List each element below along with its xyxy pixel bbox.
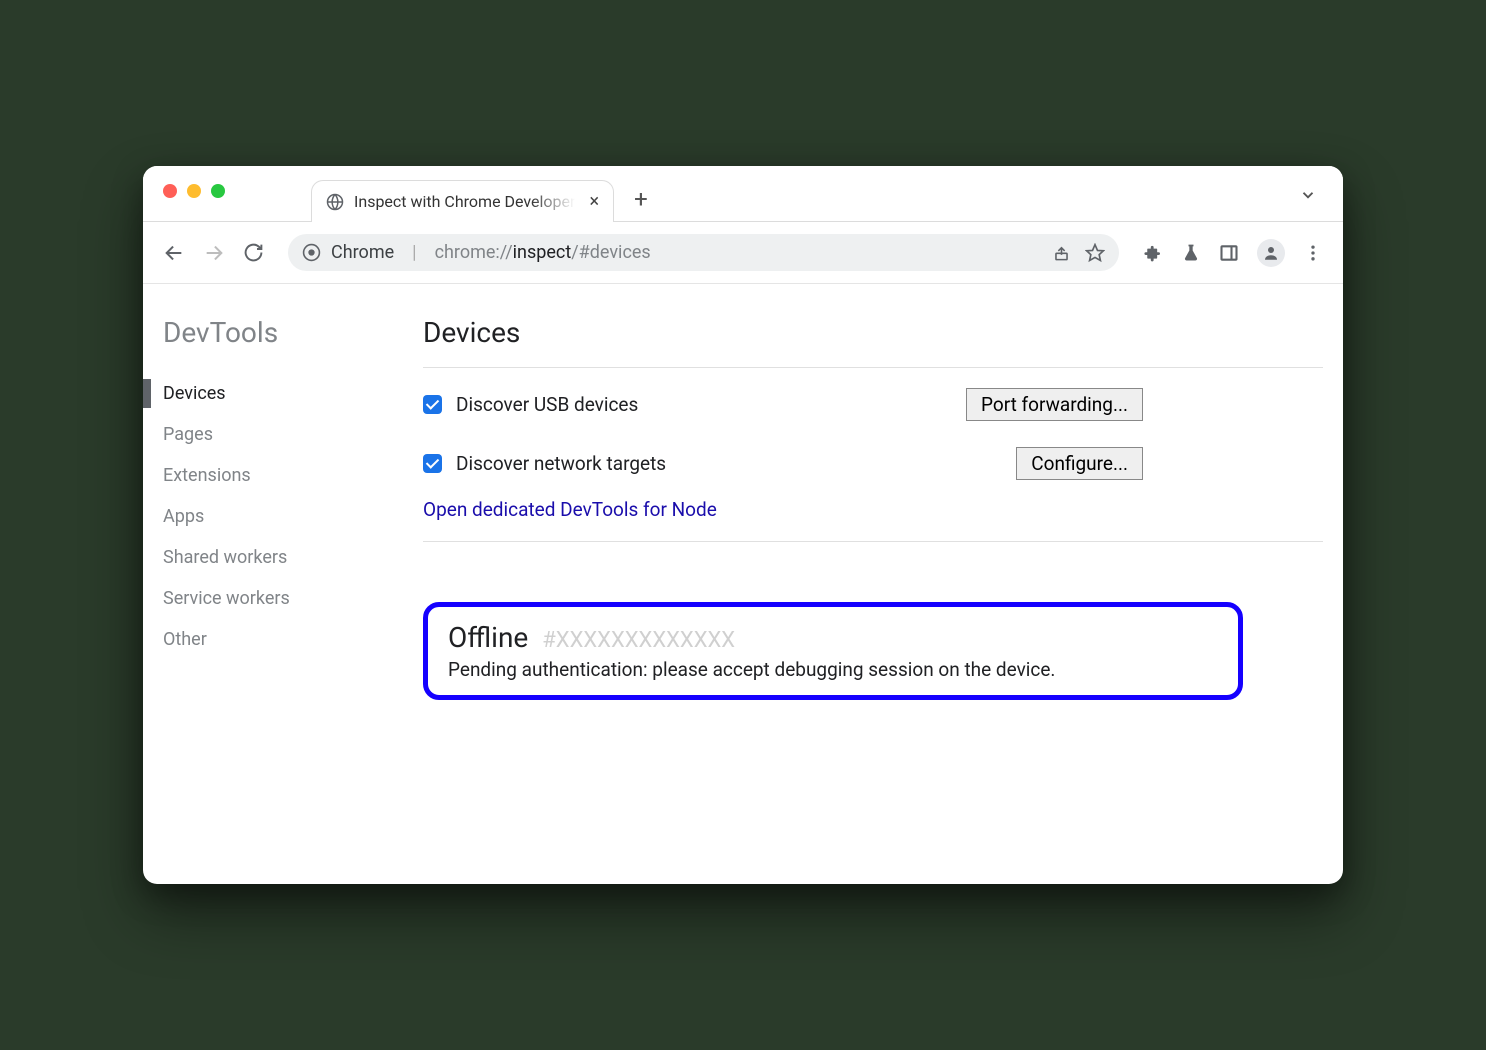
discover-usb-label: Discover USB devices [456,393,638,416]
share-button[interactable] [1052,243,1071,263]
discover-network-checkbox[interactable] [423,454,442,473]
port-forwarding-button[interactable]: Port forwarding... [966,388,1143,421]
star-icon [1085,243,1105,263]
device-status: Offline [448,621,528,654]
person-icon [1262,244,1280,262]
configure-button[interactable]: Configure... [1016,447,1143,480]
new-tab-button[interactable]: + [634,185,648,213]
omnibox-separator: | [412,242,416,263]
toolbar-actions [1143,239,1323,267]
arrow-right-icon [203,242,225,264]
chrome-icon [302,243,321,262]
discover-usb-row: Discover USB devices Port forwarding... [423,388,1323,421]
reload-button[interactable] [243,242,264,263]
panel-icon [1219,243,1239,263]
traffic-lights [163,184,225,198]
close-window-button[interactable] [163,184,177,198]
device-message: Pending authentication: please accept de… [448,658,1218,681]
maximize-window-button[interactable] [211,184,225,198]
sidebar-title: DevTools [163,316,383,349]
puzzle-icon [1143,243,1163,263]
sidebar-item-apps[interactable]: Apps [163,496,383,537]
node-devtools-link[interactable]: Open dedicated DevTools for Node [423,498,717,521]
sidebar: DevTools Devices Pages Extensions Apps S… [143,284,383,884]
sidebar-item-service-workers[interactable]: Service workers [163,578,383,619]
omnibox-source: Chrome [331,242,394,263]
toolbar: Chrome | chrome://inspect/#devices [143,222,1343,284]
settings-panel: Discover USB devices Port forwarding... … [423,367,1323,542]
omnibox-url: chrome://inspect/#devices [435,242,651,263]
share-icon [1052,243,1071,262]
bookmark-button[interactable] [1085,243,1105,263]
arrow-left-icon [163,242,185,264]
tab-title: Inspect with Chrome Developer [354,192,575,211]
extensions-button[interactable] [1143,243,1163,263]
sidebar-item-devices[interactable]: Devices [163,373,383,414]
labs-button[interactable] [1181,243,1201,263]
profile-button[interactable] [1257,239,1285,267]
discover-network-label: Discover network targets [456,452,666,475]
flask-icon [1181,243,1201,263]
back-button[interactable] [163,242,185,264]
page-title: Devices [423,316,1323,349]
side-panel-button[interactable] [1219,243,1239,263]
tab-close-button[interactable]: × [589,191,599,212]
more-vertical-icon [1303,243,1323,263]
device-highlight: Offline #XXXXXXXXXXXXX Pending authentic… [423,602,1243,700]
reload-icon [243,242,264,263]
device-status-line: Offline #XXXXXXXXXXXXX [448,621,1218,654]
globe-icon [326,193,344,211]
discover-usb-checkbox[interactable] [423,395,442,414]
sidebar-item-other[interactable]: Other [163,619,383,660]
menu-button[interactable] [1303,243,1323,263]
tabs-menu-button[interactable] [1299,186,1317,204]
chevron-down-icon [1299,186,1317,204]
main-panel: Devices Discover USB devices Port forwar… [383,284,1343,884]
sidebar-item-extensions[interactable]: Extensions [163,455,383,496]
tab-strip: Inspect with Chrome Developer × + [143,166,1343,222]
address-bar[interactable]: Chrome | chrome://inspect/#devices [288,234,1119,271]
minimize-window-button[interactable] [187,184,201,198]
sidebar-item-shared-workers[interactable]: Shared workers [163,537,383,578]
browser-tab[interactable]: Inspect with Chrome Developer × [311,180,614,222]
forward-button[interactable] [203,242,225,264]
sidebar-item-pages[interactable]: Pages [163,414,383,455]
device-id: #XXXXXXXXXXXXX [542,628,735,653]
browser-window: Inspect with Chrome Developer × + Chrome… [143,166,1343,884]
discover-network-row: Discover network targets Configure... [423,447,1323,480]
content-area: DevTools Devices Pages Extensions Apps S… [143,284,1343,884]
